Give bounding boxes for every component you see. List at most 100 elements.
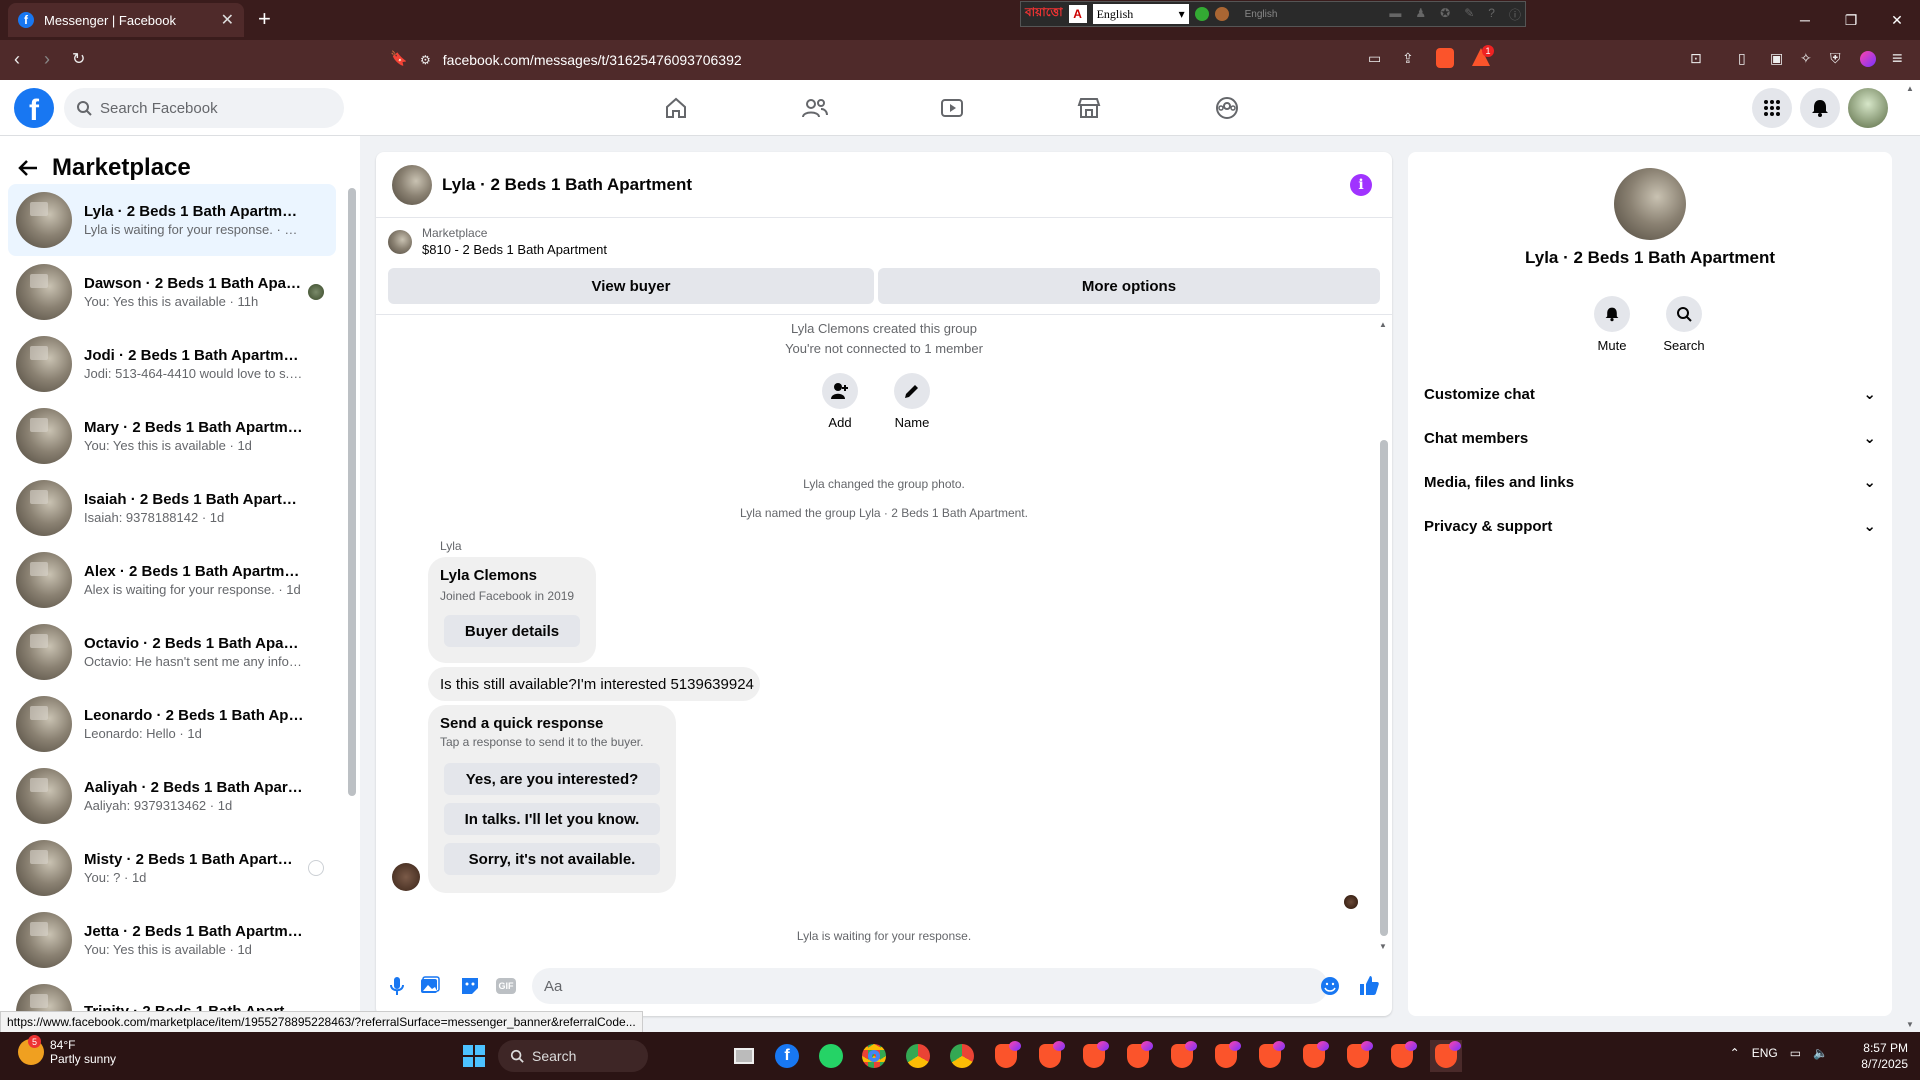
scroll-down-icon[interactable]: ▼ bbox=[1379, 942, 1387, 951]
view-buyer-button[interactable]: View buyer bbox=[388, 268, 874, 304]
emoji-icon[interactable] bbox=[1320, 976, 1340, 996]
brave-browser-icon[interactable] bbox=[1342, 1040, 1374, 1072]
brave-browser-icon[interactable] bbox=[1430, 1040, 1462, 1072]
conversation-item[interactable]: Alex · 2 Beds 1 Bath Apartment Alex is wa… bbox=[8, 544, 336, 616]
taskbar-search[interactable]: Search bbox=[498, 1040, 648, 1072]
search-conversation-button[interactable]: Search bbox=[1654, 296, 1714, 353]
conversation-item[interactable]: Aaliyah · 2 Beds 1 Bath Apartment Aaliyah… bbox=[8, 760, 336, 832]
brave-browser-icon[interactable] bbox=[1034, 1040, 1066, 1072]
clock[interactable]: 8:57 PM 8/7/2025 bbox=[1861, 1040, 1908, 1072]
adobe-icon[interactable]: A bbox=[1068, 5, 1087, 23]
tool-icon[interactable]: ♟ bbox=[1415, 6, 1426, 23]
scroll-up-icon[interactable]: ▲ bbox=[1379, 320, 1387, 329]
brave-browser-icon[interactable] bbox=[1298, 1040, 1330, 1072]
cast-icon[interactable]: ▭ bbox=[1368, 50, 1381, 67]
marketplace-icon[interactable] bbox=[1071, 90, 1107, 126]
conversation-item[interactable]: Dawson · 2 Beds 1 Bath Apartment You: Yes… bbox=[8, 256, 336, 328]
brave-shields-icon[interactable] bbox=[1436, 48, 1454, 68]
sidebar-icon[interactable]: ▯ bbox=[1738, 50, 1746, 67]
wallet-icon[interactable]: ▣ bbox=[1770, 50, 1783, 67]
quick-response-in-talks[interactable]: In talks. I'll let you know. bbox=[444, 803, 660, 835]
facebook-app-icon[interactable]: f bbox=[771, 1040, 803, 1072]
microphone-icon[interactable] bbox=[390, 976, 404, 996]
new-tab-button[interactable]: + bbox=[258, 6, 271, 32]
page-scroll-up-icon[interactable]: ▲ bbox=[1906, 84, 1914, 93]
video-icon[interactable] bbox=[934, 90, 970, 126]
start-icon[interactable] bbox=[458, 1040, 490, 1072]
tool-icon[interactable]: ✎ bbox=[1464, 6, 1474, 23]
chrome-icon[interactable] bbox=[902, 1040, 934, 1072]
reload-icon[interactable]: ↻ bbox=[72, 49, 85, 69]
conversation-item[interactable]: Lyla · 2 Beds 1 Bath Apartment Lyla is wa… bbox=[8, 184, 336, 256]
restore-icon[interactable]: ❐ bbox=[1828, 0, 1874, 40]
message-input[interactable]: Aa bbox=[532, 968, 1328, 1004]
weather-widget[interactable]: 5 84°F Partly sunny bbox=[18, 1035, 116, 1066]
minimize-icon[interactable]: ─ bbox=[1782, 0, 1828, 40]
scrollbar[interactable] bbox=[1380, 440, 1388, 936]
tab-search-icon[interactable]: ⊡ bbox=[1690, 50, 1702, 67]
privacy-support-row[interactable]: Privacy & support ⌄ bbox=[1424, 508, 1876, 544]
share-icon[interactable]: ⇪ bbox=[1402, 50, 1414, 67]
info-icon[interactable]: ⓘ bbox=[1509, 6, 1521, 23]
close-window-icon[interactable]: ✕ bbox=[1874, 0, 1920, 40]
bookmark-icon[interactable]: 🔖 bbox=[390, 50, 407, 67]
buyer-details-button[interactable]: Buyer details bbox=[444, 615, 580, 647]
tool-icon[interactable]: ✪ bbox=[1440, 6, 1450, 23]
chat-avatar[interactable] bbox=[392, 164, 432, 205]
site-settings-icon[interactable]: ⚙ bbox=[420, 53, 431, 67]
brave-browser-icon[interactable] bbox=[1166, 1040, 1198, 1072]
quick-response-yes[interactable]: Yes, are you interested? bbox=[444, 763, 660, 795]
media-files-links-row[interactable]: Media, files and links ⌄ bbox=[1424, 464, 1876, 500]
whatsapp-icon[interactable] bbox=[815, 1040, 847, 1072]
address-bar[interactable]: ⚙ facebook.com/messages/t/31625476093706… bbox=[420, 46, 1500, 74]
page-scroll-down-icon[interactable]: ▼ bbox=[1906, 1020, 1914, 1029]
gif-icon[interactable]: GIF bbox=[496, 978, 516, 994]
conversation-item[interactable]: Leonardo · 2 Beds 1 Bath Apartment Leonar… bbox=[8, 688, 336, 760]
volume-icon[interactable]: 🔈 bbox=[1813, 1046, 1828, 1060]
account-avatar[interactable] bbox=[1848, 88, 1888, 128]
language-select[interactable]: English ▾ bbox=[1092, 4, 1189, 24]
conversation-item[interactable]: Jodi · 2 Beds 1 Bath Apartment Jodi: 513-… bbox=[8, 328, 336, 400]
leo-icon[interactable]: ✧ bbox=[1800, 50, 1812, 67]
task-view-icon[interactable] bbox=[728, 1040, 760, 1072]
sender-avatar[interactable] bbox=[392, 863, 420, 891]
conversation-item[interactable]: Isaiah · 2 Beds 1 Bath Apartment Isaiah: … bbox=[8, 472, 336, 544]
help-icon[interactable]: ? bbox=[1488, 6, 1495, 23]
notifications-button[interactable] bbox=[1800, 88, 1840, 128]
close-tab-icon[interactable]: ✕ bbox=[221, 10, 234, 30]
conversation-item[interactable]: Mary · 2 Beds 1 Bath Apartment You: Yes t… bbox=[8, 400, 336, 472]
back-arrow-icon[interactable] bbox=[18, 159, 38, 177]
menu-icon[interactable]: ≡ bbox=[1892, 48, 1903, 69]
brave-browser-icon[interactable] bbox=[1078, 1040, 1110, 1072]
globe-icon[interactable] bbox=[1194, 7, 1209, 21]
customize-chat-row[interactable]: Customize chat ⌄ bbox=[1424, 376, 1876, 412]
photo-icon[interactable] bbox=[420, 976, 440, 996]
listing-banner[interactable]: Marketplace $810 - 2 Beds 1 Bath Apartme… bbox=[388, 226, 607, 257]
home-icon[interactable] bbox=[658, 90, 694, 126]
chevron-up-icon[interactable]: ⌃ bbox=[1730, 1046, 1740, 1060]
brave-browser-icon[interactable] bbox=[1210, 1040, 1242, 1072]
scrollbar[interactable] bbox=[348, 188, 356, 796]
brave-browser-icon[interactable] bbox=[1386, 1040, 1418, 1072]
quick-response-not-available[interactable]: Sorry, it's not available. bbox=[444, 843, 660, 875]
brave-browser-icon[interactable] bbox=[990, 1040, 1022, 1072]
name-group-button[interactable]: Name bbox=[882, 373, 942, 430]
brave-browser-icon[interactable] bbox=[1254, 1040, 1286, 1072]
sticker-icon[interactable] bbox=[460, 976, 480, 996]
chat-title[interactable]: Lyla · 2 Beds 1 Bath Apartment bbox=[442, 175, 692, 195]
language-indicator[interactable]: ENG bbox=[1752, 1046, 1778, 1060]
forward-icon[interactable]: › bbox=[44, 49, 50, 70]
vpn-icon[interactable]: ⛨ bbox=[1830, 50, 1841, 67]
brave-browser-icon[interactable] bbox=[1122, 1040, 1154, 1072]
add-member-button[interactable]: Add bbox=[810, 373, 870, 430]
facebook-search-input[interactable]: Search Facebook bbox=[64, 88, 344, 128]
tool-icon[interactable]: ▬ bbox=[1389, 6, 1401, 23]
facebook-logo[interactable]: f bbox=[14, 88, 54, 128]
conversation-item[interactable]: Jetta · 2 Beds 1 Bath Apartment You: Yes … bbox=[8, 904, 336, 976]
script-icon[interactable] bbox=[1214, 7, 1229, 21]
conversation-item[interactable]: Octavio · 2 Beds 1 Bath Apartment Octavio… bbox=[8, 616, 336, 688]
browser-tab[interactable]: f Messenger | Facebook ✕ bbox=[8, 3, 244, 37]
chrome-icon[interactable] bbox=[858, 1040, 890, 1072]
back-icon[interactable]: ‹ bbox=[14, 49, 20, 70]
groups-icon[interactable] bbox=[1209, 90, 1245, 126]
